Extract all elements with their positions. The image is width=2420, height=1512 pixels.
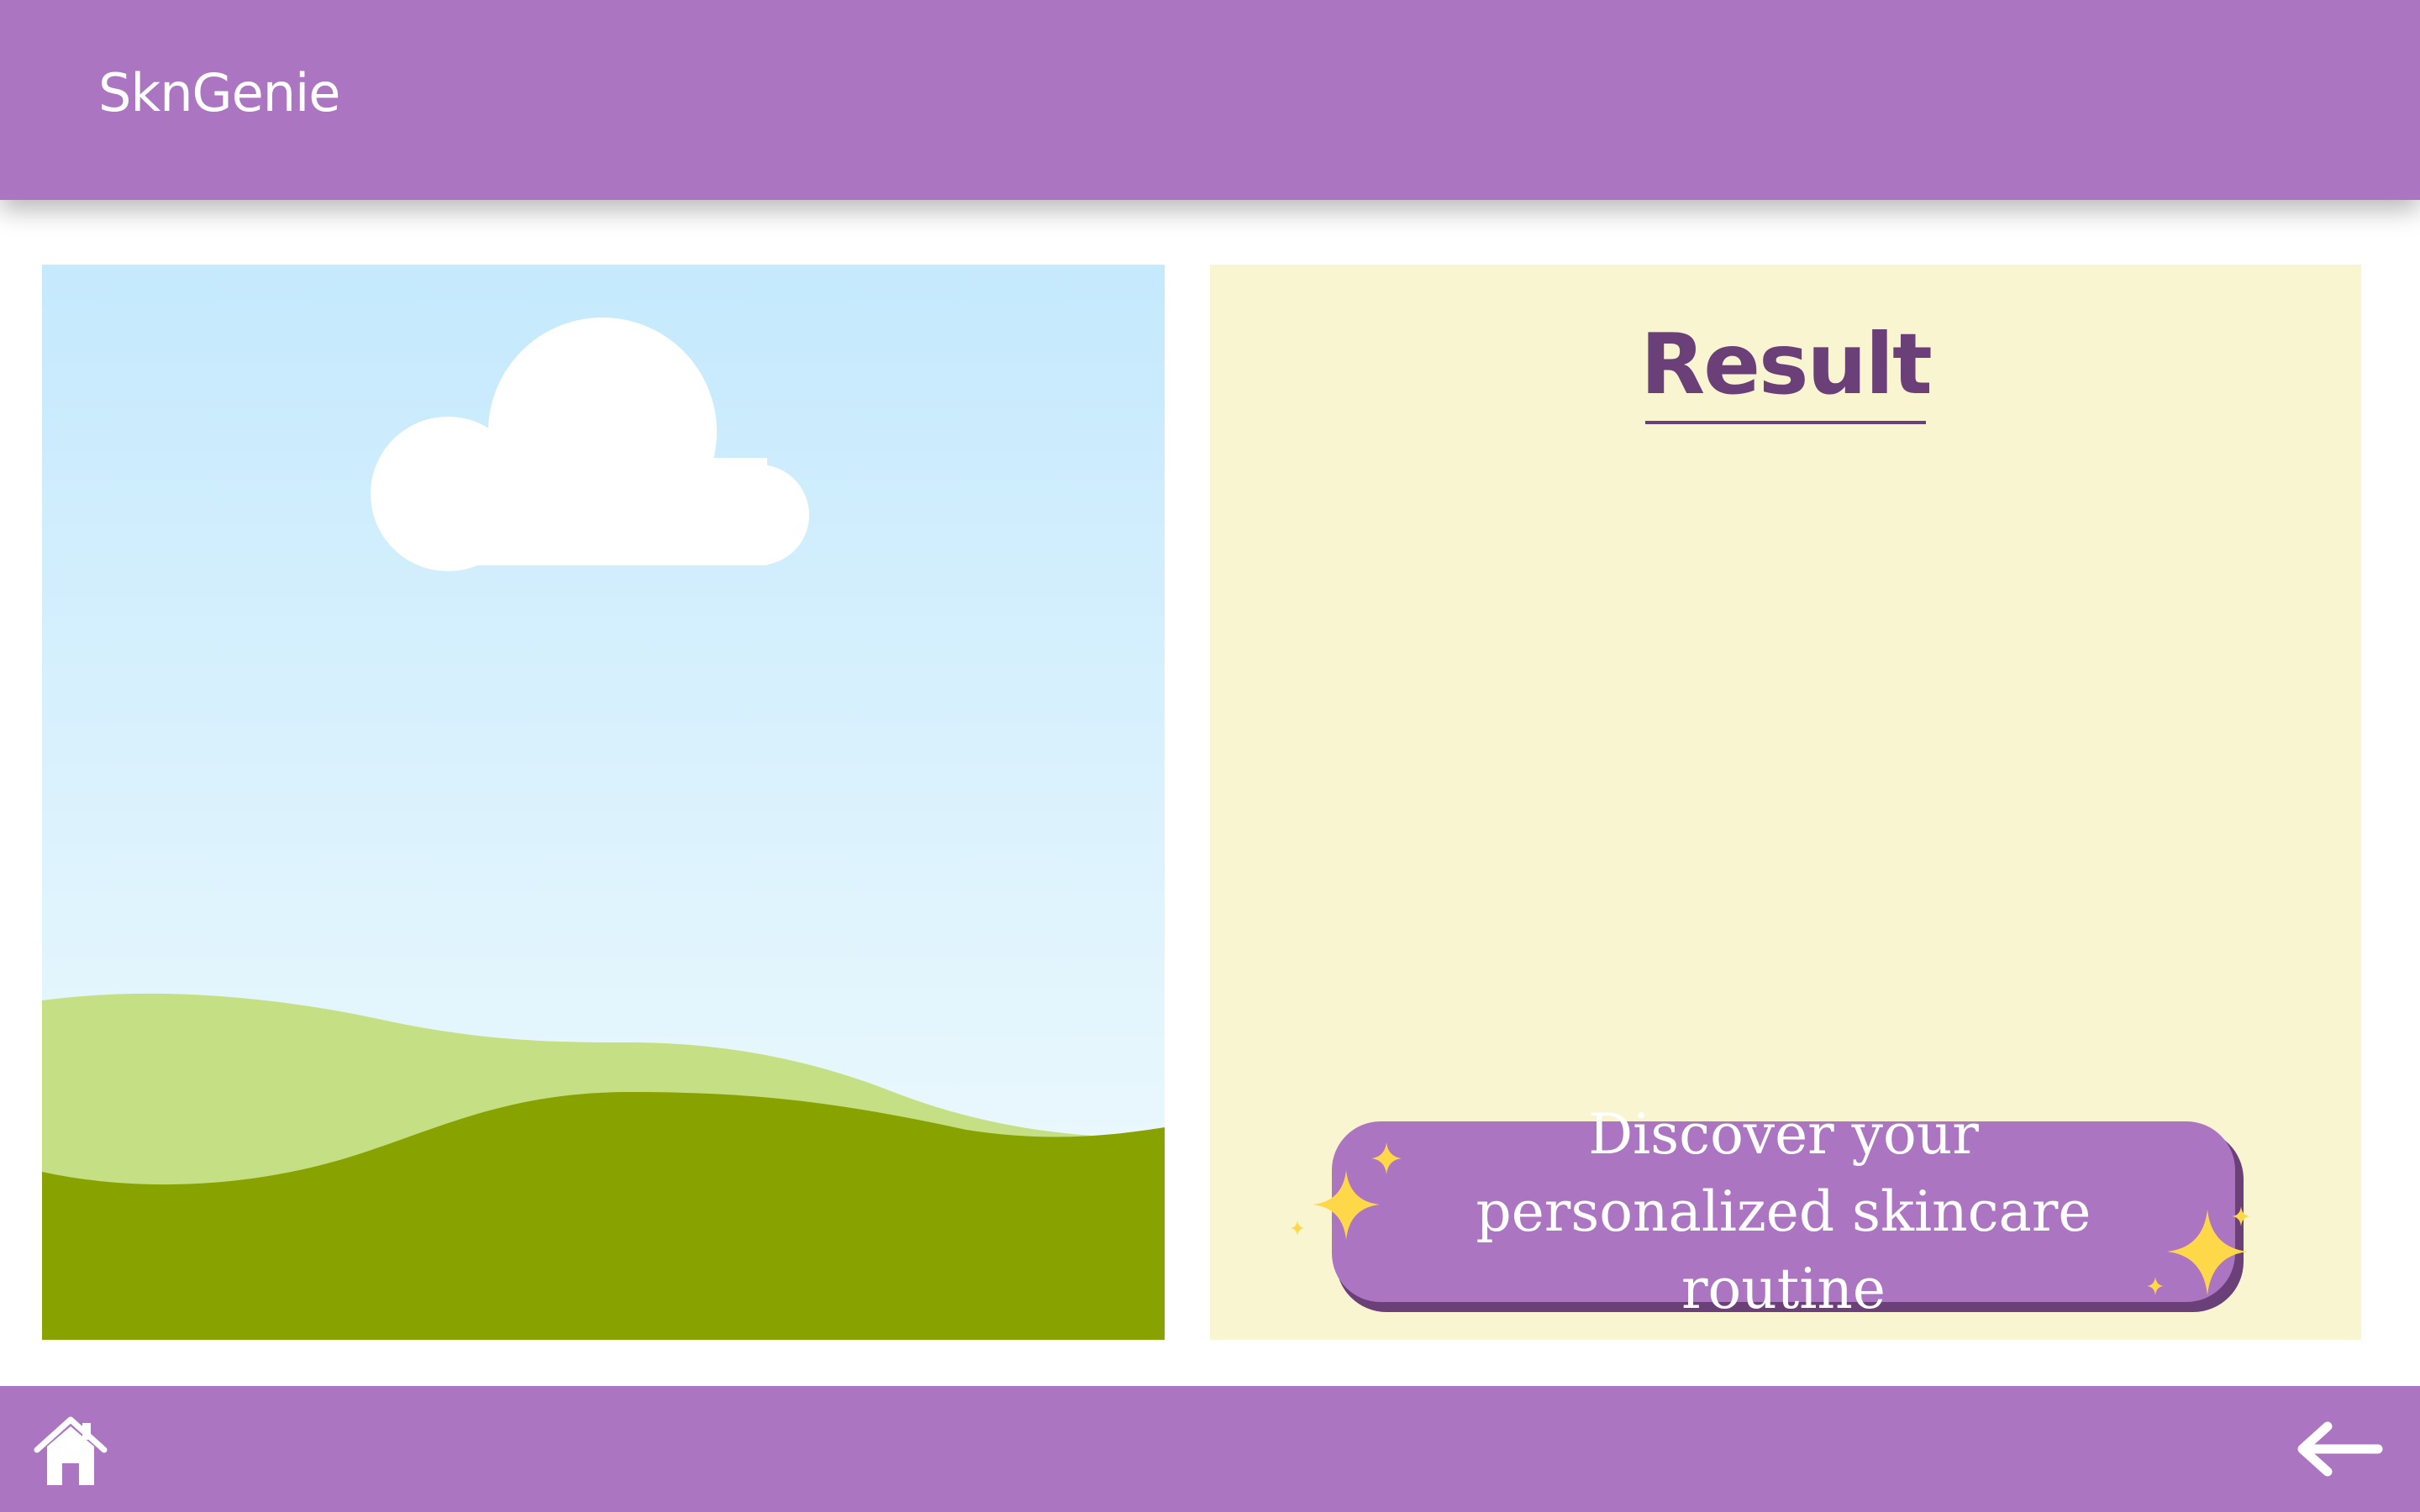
- brand-logo: SknGenie: [98, 62, 340, 123]
- app-footer: [0, 1386, 2420, 1512]
- cta-container: Discover your personalized skincare rout…: [1286, 1102, 2256, 1327]
- discover-routine-button[interactable]: Discover your personalized skincare rout…: [1332, 1102, 2235, 1321]
- result-underline: [1645, 421, 1926, 424]
- back-button[interactable]: [2294, 1420, 2386, 1478]
- landscape-image-icon: [42, 265, 1165, 1340]
- home-button[interactable]: [30, 1411, 111, 1492]
- back-arrow-icon: [2297, 1421, 2383, 1477]
- photo-placeholder: [42, 265, 1165, 1340]
- sparkle-icon: [1291, 1221, 1304, 1236]
- result-heading: Result: [1640, 315, 1933, 413]
- home-icon: [34, 1416, 108, 1485]
- app-header: SknGenie: [0, 0, 2420, 200]
- discover-routine-label: Discover your personalized skincare rout…: [1476, 1101, 2091, 1321]
